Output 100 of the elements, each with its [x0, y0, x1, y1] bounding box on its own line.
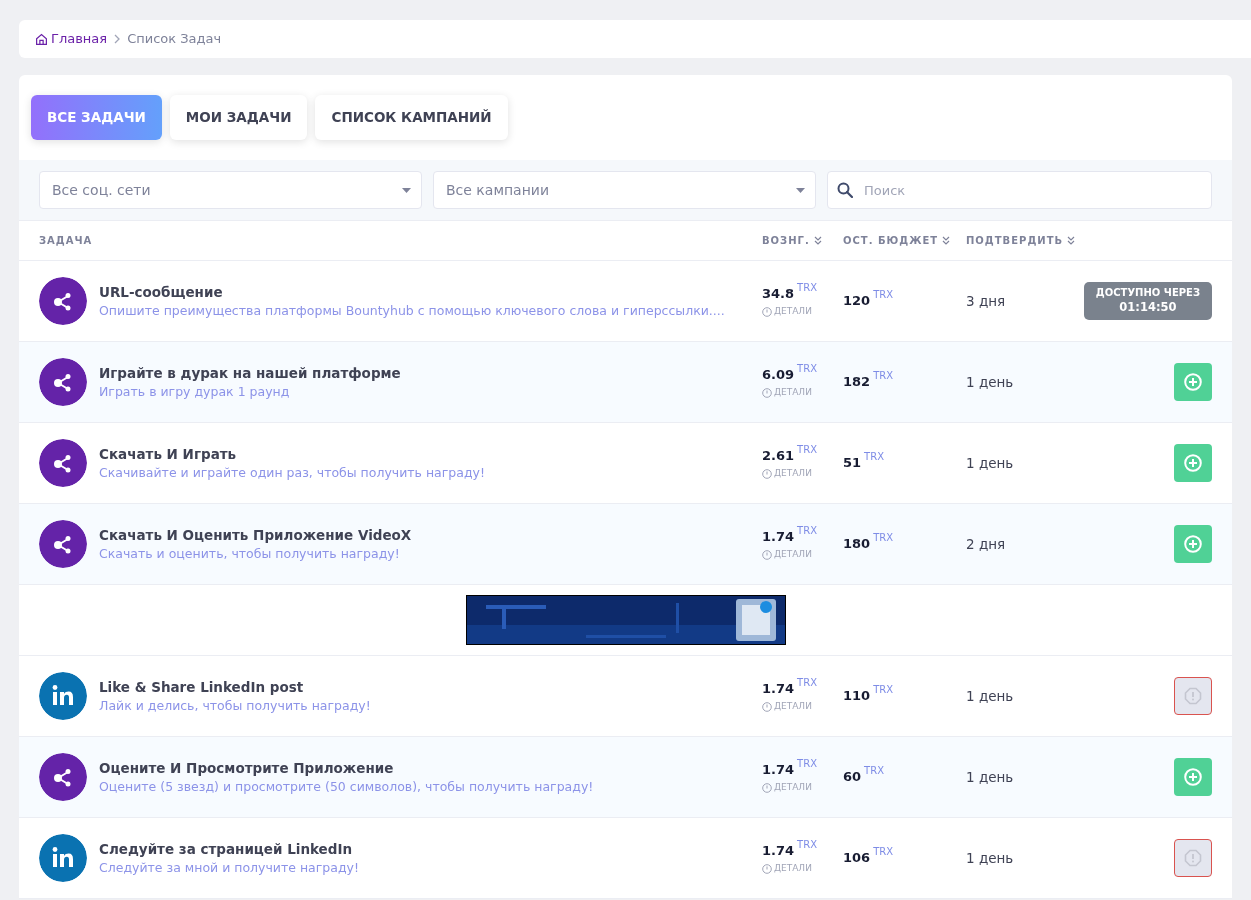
currency-label: TRX: [797, 524, 817, 536]
currency-label: TRX: [864, 451, 884, 463]
share-icon: [39, 520, 87, 568]
info-icon: [762, 701, 772, 712]
currency-label: TRX: [873, 289, 894, 301]
unavailable-button[interactable]: [1174, 839, 1212, 877]
plus-circle-icon: [1184, 768, 1202, 786]
tab[interactable]: МОИ ЗАДАЧИ: [169, 95, 308, 140]
linkedin-icon: [39, 834, 87, 882]
plus-circle-icon: [1184, 535, 1202, 553]
home-icon: [35, 32, 48, 46]
task-title[interactable]: Скачать И Оценить Приложение VideoX: [99, 524, 412, 545]
details-link[interactable]: ДЕТАЛИ: [774, 467, 812, 481]
caret-icon: [402, 187, 411, 193]
info-icon: [762, 306, 772, 317]
currency-label: TRX: [797, 757, 817, 769]
task-title[interactable]: URL-сообщение: [99, 281, 725, 302]
reward-value: 1.74: [762, 528, 795, 544]
currency-label: TRX: [797, 676, 817, 688]
budget-value: 110: [843, 688, 871, 704]
task-description: Скачивайте и играйте один раз, чтобы получить награду!: [99, 463, 485, 482]
details-link[interactable]: ДЕТАЛИ: [774, 386, 812, 400]
column-header[interactable]: ВОЗНГ.: [762, 233, 810, 248]
confirm-period: 1 день: [966, 373, 1014, 390]
info-icon: [762, 863, 772, 874]
task-title[interactable]: Следуйте за страницей LinkedIn: [99, 838, 359, 859]
budget-value: 180: [843, 536, 871, 552]
home-link[interactable]: Главная: [35, 29, 108, 49]
add-button[interactable]: [1174, 444, 1212, 482]
task-title[interactable]: Скачать И Играть: [99, 443, 485, 464]
task-title[interactable]: Играйте в дурак на нашей платформе: [99, 362, 401, 383]
confirm-period: 1 день: [966, 768, 1014, 785]
linkedin-icon: [39, 672, 87, 720]
confirm-period: 1 день: [966, 454, 1014, 471]
chevron-icon: [113, 34, 122, 44]
task-description: Следуйте за мной и получите награду!: [99, 858, 359, 877]
add-button[interactable]: [1174, 363, 1212, 401]
unavailable-button[interactable]: [1174, 677, 1212, 715]
currency-label: TRX: [797, 443, 817, 455]
budget-value: 60: [843, 769, 862, 785]
sort-icon[interactable]: [813, 236, 822, 245]
reward-value: 1.74: [762, 761, 795, 777]
currency-label: TRX: [873, 532, 894, 544]
sort-icon[interactable]: [942, 236, 951, 245]
column-header[interactable]: ОСТ. БЮДЖЕТ: [843, 233, 939, 248]
budget-value: 182: [843, 374, 871, 390]
breadcrumb-current: Список Задач: [127, 30, 222, 49]
task-description: Опишите преимущества платформы Bountyhub с помощью ключевого слова и гиперссылки....: [99, 301, 725, 320]
details-link[interactable]: ДЕТАЛИ: [774, 700, 812, 714]
reward-value: 6.09: [762, 366, 795, 382]
info-icon: [762, 468, 772, 479]
add-button[interactable]: [1174, 525, 1212, 563]
confirm-period: 1 день: [966, 849, 1014, 866]
tab[interactable]: ВСЕ ЗАДАЧИ: [31, 95, 162, 140]
task-description: Играть в игру дурак 1 раунд: [99, 382, 291, 401]
caret-icon: [796, 187, 805, 193]
confirm-period: 2 дня: [966, 535, 1006, 552]
confirm-period: 3 дня: [966, 292, 1006, 309]
reward-value: 1.74: [762, 680, 795, 696]
campaign-dropdown[interactable]: Все кампании: [433, 171, 816, 209]
reward-value: 34.8: [762, 285, 795, 301]
task-title[interactable]: Like & Share LinkedIn post: [99, 676, 371, 697]
plus-circle-icon: [1184, 373, 1202, 391]
budget-value: 120: [843, 293, 871, 309]
sort-icon[interactable]: [1067, 236, 1076, 245]
share-icon: [39, 753, 87, 801]
details-link[interactable]: ДЕТАЛИ: [774, 781, 812, 795]
info-icon: [762, 782, 772, 793]
info-icon: [762, 387, 772, 398]
network-dropdown[interactable]: Все соц. сети: [39, 171, 422, 209]
currency-label: TRX: [797, 838, 817, 850]
details-link[interactable]: ДЕТАЛИ: [774, 548, 812, 562]
warning-icon: [1184, 687, 1202, 705]
budget-value: 51: [843, 455, 862, 471]
countdown-button[interactable]: ДОСТУПНО ЧЕРЕЗ 01:14:50: [1083, 282, 1212, 320]
column-header: ЗАДАЧА: [39, 234, 93, 248]
reward-value: 1.74: [762, 842, 795, 858]
currency-label: TRX: [797, 362, 817, 374]
share-icon: [39, 277, 87, 325]
confirm-period: 1 день: [966, 687, 1014, 704]
task-description: Лайк и делись, чтобы получить награду!: [99, 696, 371, 715]
currency-label: TRX: [873, 684, 894, 696]
add-button[interactable]: [1174, 758, 1212, 796]
task-description: Скачать и оценить, чтобы получить награду!: [99, 544, 401, 563]
budget-value: 106: [843, 850, 871, 866]
warning-icon: [1184, 849, 1202, 867]
details-link[interactable]: ДЕТАЛИ: [774, 305, 812, 319]
tab[interactable]: СПИСОК КАМПАНИЙ: [315, 95, 508, 140]
plus-circle-icon: [1184, 454, 1202, 472]
info-icon: [762, 549, 772, 560]
column-header[interactable]: ПОДТВЕРДИТЬ: [966, 233, 1064, 248]
reward-value: 2.61: [762, 447, 795, 463]
currency-label: TRX: [864, 765, 884, 777]
currency-label: TRX: [873, 370, 894, 382]
task-description: Оцените (5 звезд) и просмотрите (50 символов), чтобы получить награду!: [99, 777, 594, 796]
search-field[interactable]: Поиск: [827, 171, 1212, 209]
currency-label: TRX: [873, 846, 894, 858]
share-icon: [39, 439, 87, 487]
task-title[interactable]: Оцените И Просмотрите Приложение: [99, 757, 594, 778]
details-link[interactable]: ДЕТАЛИ: [774, 862, 812, 876]
